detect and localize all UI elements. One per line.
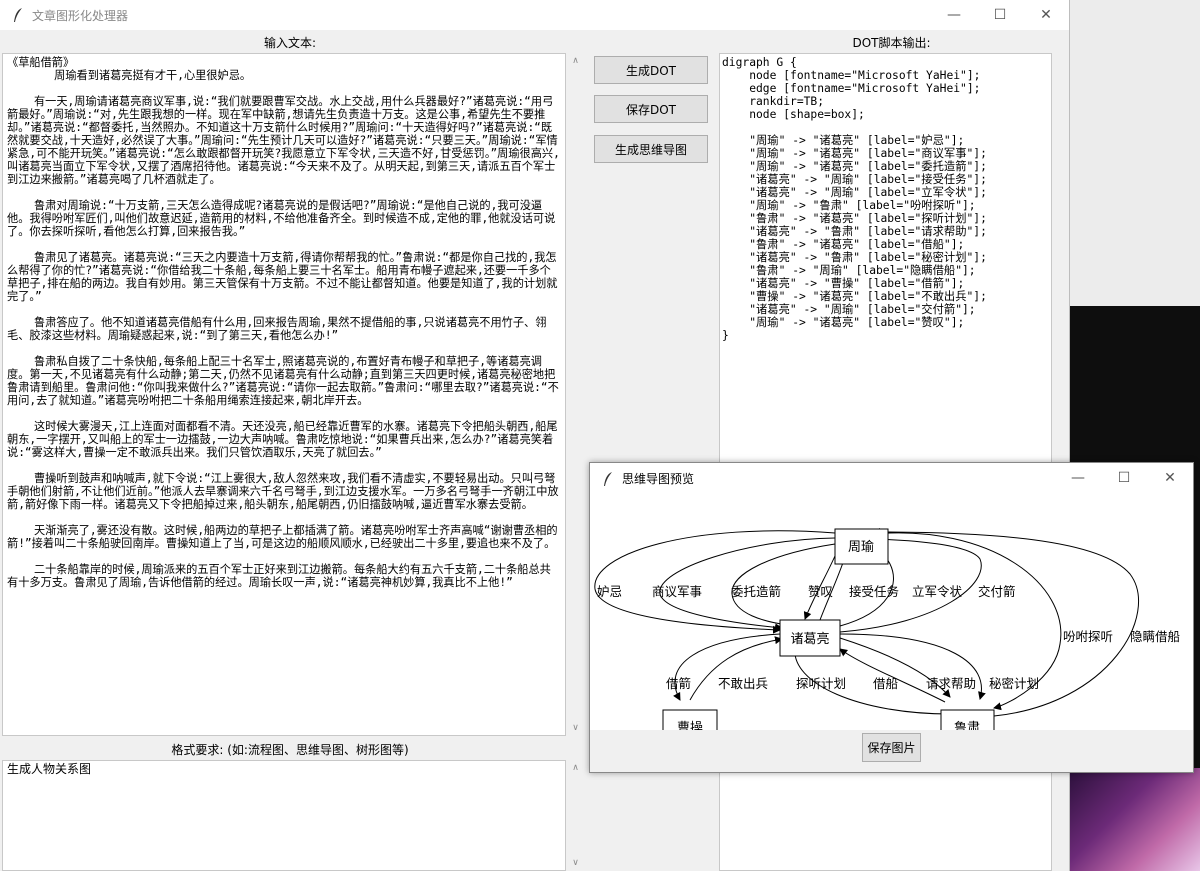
feather-icon [604,471,612,486]
save-image-button[interactable]: 保存图片 [862,733,921,762]
format-input[interactable]: 生成人物关系图 [2,760,566,871]
feather-icon [14,8,22,22]
scroll-up-icon[interactable]: ∧ [567,760,584,776]
format-scrollbar[interactable]: ∧ ∨ [567,760,584,871]
label-jiejian: 借箭 [666,676,691,691]
label-fenfu: 吩咐探听 [1063,629,1113,644]
preview-title: 思维导图预览 [622,472,695,486]
format-label: 格式要求: (如:流程图、思维导图、树形图等) [171,743,409,757]
scroll-up-icon[interactable]: ∧ [567,53,584,69]
node-lusu: 鲁肃 [954,721,980,730]
main-titlebar: 文章图形化处理器 — ☐ ✕ [0,0,1069,30]
label-lijunling: 立军令状 [912,584,963,599]
input-scrollbar[interactable]: ∧ ∨ [567,53,584,736]
window-title: 文章图形化处理器 [32,8,129,23]
desktop-wallpaper [1070,768,1200,871]
save-dot-button[interactable]: 保存DOT [594,95,708,123]
label-jiechuan: 借船 [873,676,898,691]
mindmap-preview-window: 思维导图预览 — ☐ ✕ 周瑜 诸葛亮 曹操 鲁肃 妒忌 商议军事 委托造箭 赞… [589,462,1194,773]
label-mimi: 秘密计划 [989,676,1039,691]
output-label: DOT脚本输出: [852,36,931,50]
scroll-down-icon[interactable]: ∨ [567,855,584,871]
generate-mindmap-button[interactable]: 生成思维导图 [594,135,708,163]
close-icon[interactable]: ✕ [1023,0,1069,30]
label-zantan: 赞叹 [808,584,833,599]
node-caocao: 曹操 [677,720,703,730]
mindmap-graph: 周瑜 诸葛亮 曹操 鲁肃 妒忌 商议军事 委托造箭 赞叹 接受任务 立军令状 交… [590,494,1193,730]
label-weituo: 委托造箭 [731,584,781,599]
label-jieshou: 接受任务 [849,584,899,599]
input-text-area[interactable]: 《草船借箭》 周瑜看到诸葛亮挺有才干,心里很妒忌。 有一天,周瑜请诸葛亮商议军事… [2,53,566,736]
minimize-icon[interactable]: — [1055,463,1101,493]
generate-dot-button[interactable]: 生成DOT [594,56,708,84]
preview-titlebar: 思维导图预览 — ☐ ✕ [590,463,1193,494]
minimize-icon[interactable]: — [931,0,977,30]
edge-jidu [594,530,836,634]
node-zhugeliang: 诸葛亮 [790,631,829,647]
scroll-down-icon[interactable]: ∨ [567,720,584,736]
label-bugan: 不敢出兵 [718,676,768,691]
maximize-icon[interactable]: ☐ [977,0,1023,30]
desktop-background [1070,0,1200,306]
close-icon[interactable]: ✕ [1147,463,1193,493]
maximize-icon[interactable]: ☐ [1101,463,1147,493]
label-shangyi: 商议军事 [652,584,702,599]
label-yinman: 隐瞒借船 [1130,629,1180,644]
relationship-graph: 周瑜 诸葛亮 曹操 鲁肃 妒忌 商议军事 委托造箭 赞叹 接受任务 立军令状 交… [594,528,1180,730]
label-tanting: 探听计划 [796,676,846,691]
label-qingqiu: 请求帮助 [926,676,976,691]
input-label: 输入文本: [263,36,317,50]
edge-shangyi [659,537,836,632]
label-jidu: 妒忌 [597,584,622,599]
label-jiaofu: 交付箭 [978,584,1016,599]
node-zhouyu: 周瑜 [848,540,874,555]
